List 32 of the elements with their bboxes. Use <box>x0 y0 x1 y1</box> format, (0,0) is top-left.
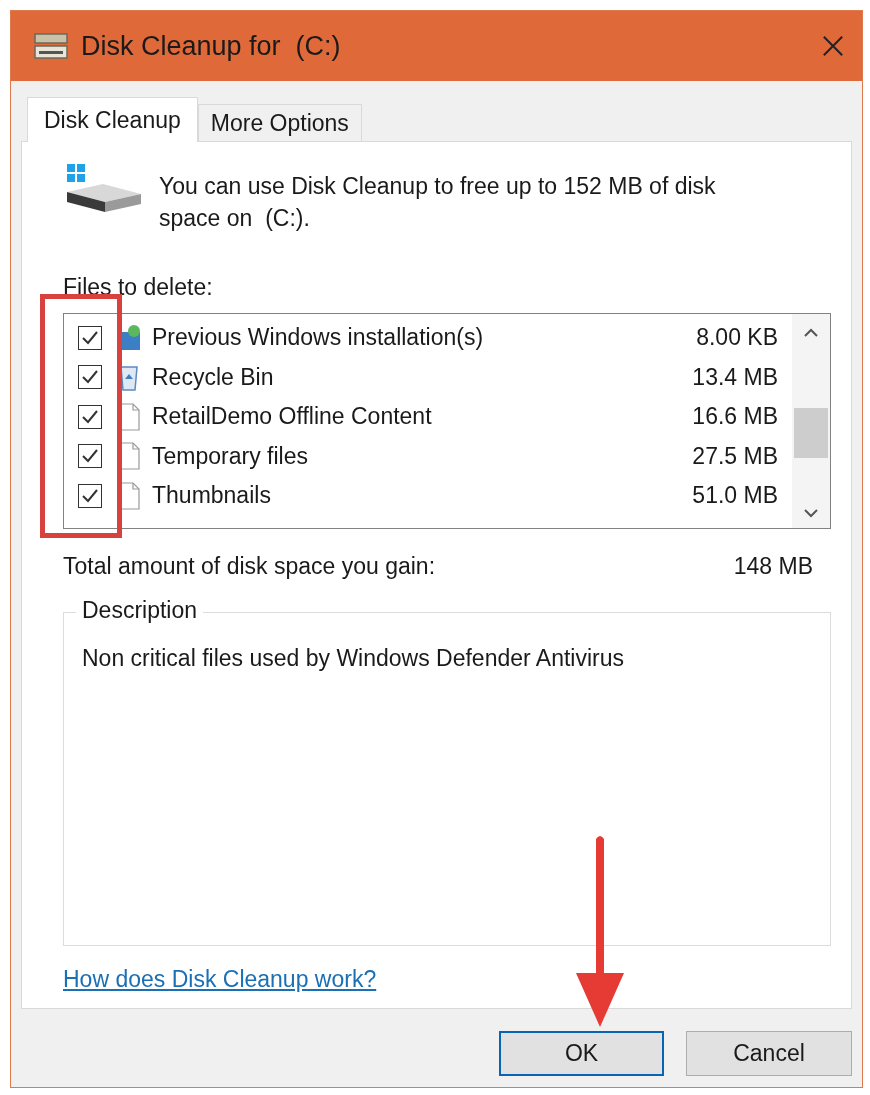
tab[interactable]: More Options <box>197 104 362 141</box>
cancel-button[interactable]: Cancel <box>686 1031 852 1076</box>
file-name: RetailDemo Offline Content <box>152 403 433 431</box>
window-title: Disk Cleanup for (C:) <box>81 30 342 62</box>
file-name: Thumbnails <box>152 482 272 510</box>
intro-text: You can use Disk Cleanup to free up to 152 MB of disk space on (C:). <box>159 172 717 233</box>
checkbox[interactable] <box>78 444 102 469</box>
description-text: Non critical files used by Windows Defender Antivirus <box>82 645 625 672</box>
file-size: 16.6 MB <box>692 403 778 431</box>
file-size: 51.0 MB <box>692 482 778 510</box>
total-value: 148 MB <box>733 553 813 580</box>
total-label: Total amount of disk space you gain: <box>63 553 436 580</box>
tab[interactable]: Disk Cleanup <box>27 97 198 142</box>
file-size: 27.5 MB <box>692 442 778 470</box>
close-icon[interactable] <box>822 35 844 57</box>
checkbox[interactable] <box>78 404 102 429</box>
file-size: 13.4 MB <box>692 363 778 391</box>
checkbox[interactable] <box>78 483 102 508</box>
file-size: 8.00 KB <box>696 324 778 352</box>
checkbox[interactable] <box>78 365 102 390</box>
scroll-up-icon[interactable] <box>803 328 819 338</box>
drive-icon <box>33 32 69 60</box>
file-name: Temporary files <box>152 442 309 470</box>
help-link[interactable]: How does Disk Cleanup work? <box>63 966 377 993</box>
file-name: Recycle Bin <box>152 363 275 391</box>
description-title: Description <box>76 597 204 624</box>
checkbox[interactable] <box>78 325 102 350</box>
scroll-thumb[interactable] <box>794 408 828 458</box>
scroll-down-icon[interactable] <box>803 508 819 518</box>
scrollbar[interactable] <box>792 314 830 528</box>
ok-button[interactable]: OK <box>499 1031 664 1076</box>
file-name: Previous Windows installation(s) <box>152 324 485 352</box>
